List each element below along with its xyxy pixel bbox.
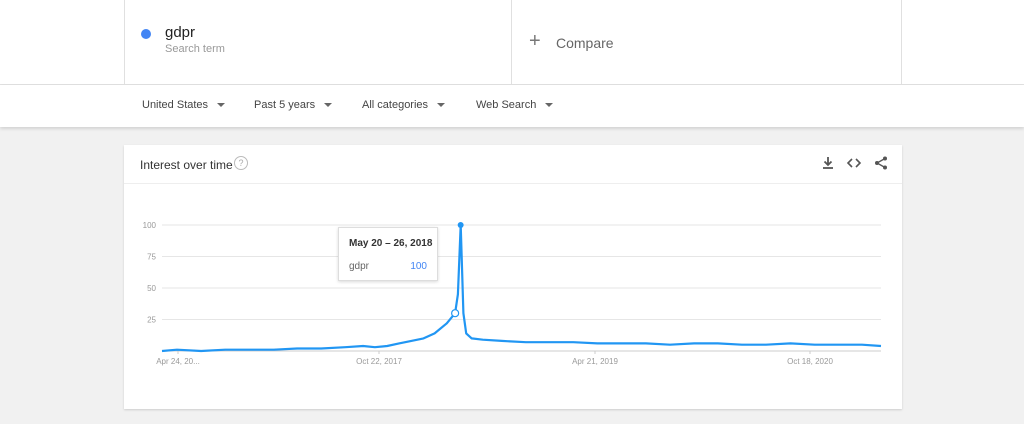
- peak-point: [457, 222, 464, 228]
- x-tick-label: Apr 21, 2019: [572, 357, 618, 366]
- filter-search-type-label: Web Search: [476, 99, 537, 111]
- y-tick-label: 25: [147, 316, 156, 325]
- y-tick-label: 100: [143, 221, 157, 230]
- filter-time-range-label: Past 5 years: [254, 99, 316, 111]
- interest-over-time-card: Interest over time ? 25 50 75 100 Apr 24, 20…: [124, 145, 902, 409]
- card-title: Interest over time: [140, 158, 233, 172]
- compare-button[interactable]: + Compare: [512, 0, 902, 84]
- filter-location[interactable]: United States: [142, 99, 226, 111]
- search-term-card[interactable]: gdpr Search term: [124, 0, 512, 84]
- filter-bar: United States Past 5 years All categorie…: [0, 85, 1024, 127]
- download-icon[interactable]: [820, 155, 836, 171]
- compare-label: Compare: [556, 35, 614, 51]
- caret-down-icon: [545, 103, 554, 107]
- filter-category[interactable]: All categories: [362, 99, 446, 111]
- caret-down-icon: [217, 103, 226, 107]
- tooltip-value: 100: [410, 261, 427, 272]
- caret-down-icon: [437, 103, 446, 107]
- x-tick-label: Oct 22, 2017: [356, 357, 402, 366]
- search-terms-bar: gdpr Search term + Compare: [0, 0, 1024, 85]
- chart-tooltip: May 20 – 26, 2018 gdpr 100: [338, 227, 438, 281]
- filter-category-label: All categories: [362, 99, 429, 111]
- caret-down-icon: [324, 103, 333, 107]
- hover-point: [451, 309, 460, 318]
- y-tick-label: 50: [147, 284, 156, 293]
- y-tick-label: 75: [147, 253, 156, 262]
- filter-time-range[interactable]: Past 5 years: [254, 99, 333, 111]
- filter-search-type[interactable]: Web Search: [476, 99, 554, 111]
- interest-chart[interactable]: 25 50 75 100 Apr 24, 20... Oct 22, 2017 Apr 21…: [124, 183, 902, 409]
- share-icon[interactable]: [873, 155, 889, 171]
- tooltip-date: May 20 – 26, 2018: [349, 238, 433, 249]
- question-icon[interactable]: ?: [234, 156, 248, 170]
- search-term-subtitle: Search term: [165, 43, 225, 55]
- term-color-dot: [141, 29, 151, 39]
- x-tick-label: Apr 24, 20...: [156, 357, 200, 366]
- search-term-name[interactable]: gdpr: [165, 24, 195, 41]
- x-tick-label: Oct 18, 2020: [787, 357, 833, 366]
- plus-icon: +: [529, 30, 541, 52]
- embed-icon[interactable]: [846, 155, 862, 171]
- filter-location-label: United States: [142, 99, 209, 111]
- tooltip-term: gdpr: [349, 261, 370, 272]
- card-header: Interest over time ?: [124, 145, 902, 184]
